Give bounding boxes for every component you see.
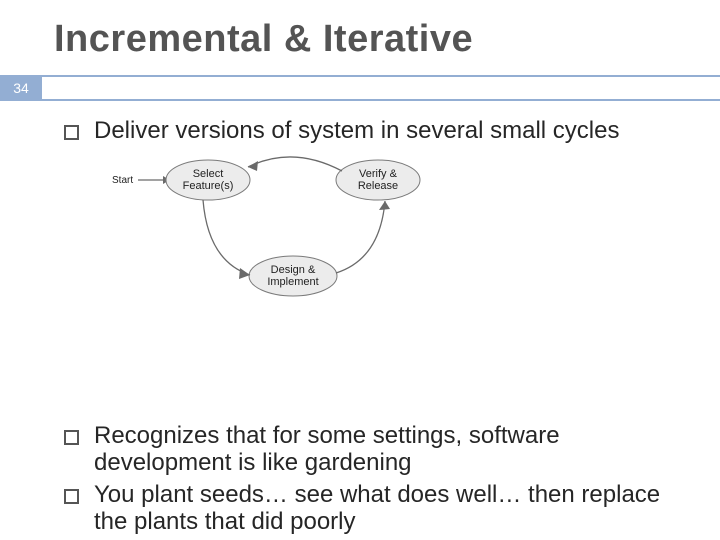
slide-title: Incremental & Iterative xyxy=(54,18,720,61)
bullet-item: Recognizes that for some settings, softw… xyxy=(60,422,692,477)
bubble-design-line2: Implement xyxy=(267,276,318,288)
bullet-list: Deliver versions of system in several sm… xyxy=(60,117,692,145)
content-area: Deliver versions of system in several sm… xyxy=(0,101,720,536)
band-line xyxy=(42,75,720,101)
spacer xyxy=(60,344,692,414)
title-area: Incremental & Iterative xyxy=(0,0,720,67)
bullet-item: Deliver versions of system in several sm… xyxy=(60,117,692,145)
cycle-svg: Start Select Feature(s) Verify & Release… xyxy=(108,151,448,321)
slide: Incremental & Iterative 34 Deliver versi… xyxy=(0,0,720,540)
bubble-select-line2: Feature(s) xyxy=(183,180,234,192)
bubble-verify-line1: Verify & xyxy=(359,168,398,180)
bubble-select-line1: Select xyxy=(193,168,224,180)
page-band: 34 xyxy=(0,75,720,101)
bullet-list-lower: Recognizes that for some settings, softw… xyxy=(60,422,692,536)
page-number-badge: 34 xyxy=(0,75,42,101)
bullet-item: You plant seeds… see what does well… the… xyxy=(60,481,692,536)
cycle-diagram: Start Select Feature(s) Verify & Release… xyxy=(108,151,692,326)
start-label: Start xyxy=(112,175,133,186)
bubble-verify-line2: Release xyxy=(358,180,398,192)
bubble-design-line1: Design & xyxy=(271,264,316,276)
